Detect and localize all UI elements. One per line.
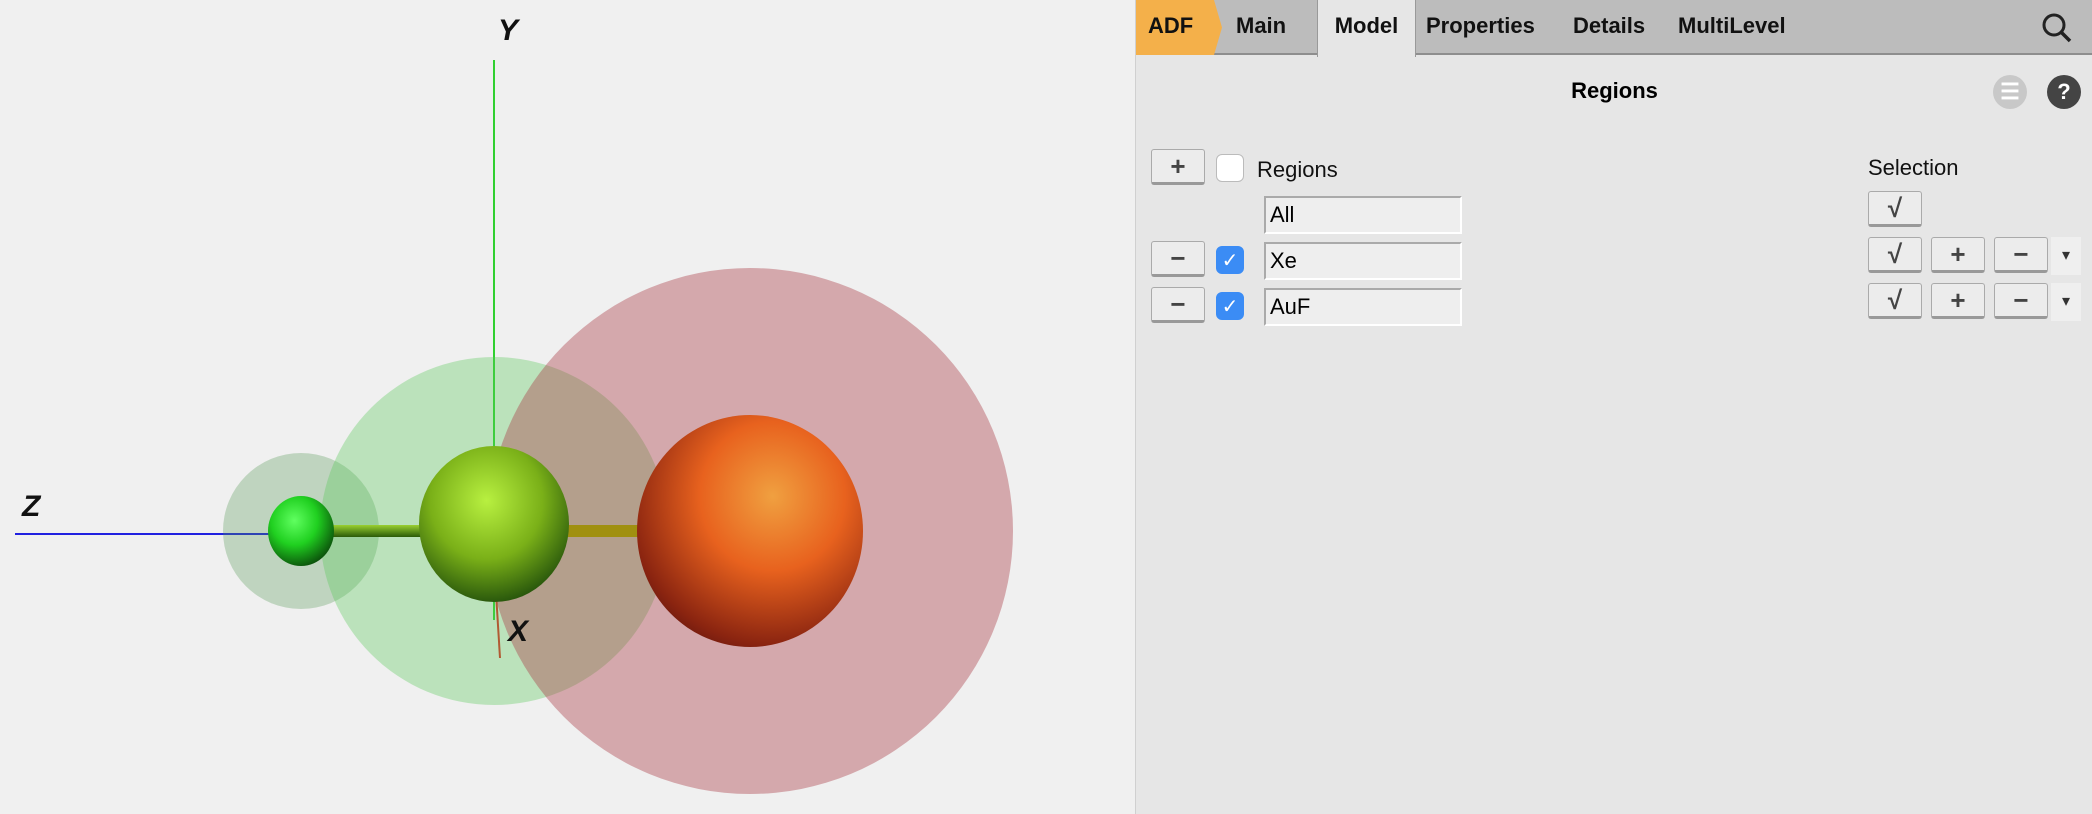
help-icon[interactable]: ? [2047, 75, 2081, 109]
region-name-input-all[interactable]: All [1264, 196, 1462, 234]
remove-from-xe-button[interactable]: − [1994, 237, 2048, 273]
add-to-auf-button[interactable]: + [1931, 283, 1985, 319]
gold-atom [637, 415, 863, 647]
tab-adf[interactable]: ADF [1136, 0, 1222, 55]
properties-panel: ADF Main Model Properties Details MultiL… [1135, 0, 2092, 814]
add-region-button[interactable]: + [1151, 149, 1205, 185]
selection-header: Selection [1868, 155, 1959, 180]
select-auf-button[interactable]: √ [1868, 283, 1922, 319]
select-xe-button[interactable]: √ [1868, 237, 1922, 273]
menu-icon[interactable]: ☰ [1993, 75, 2027, 109]
remove-region-auf-button[interactable]: − [1151, 287, 1205, 323]
molecule-viewer[interactable]: Y Z X [0, 0, 1135, 814]
select-all-button[interactable]: √ [1868, 191, 1922, 227]
region-name-input-auf[interactable]: AuF [1264, 288, 1462, 326]
add-to-xe-button[interactable]: + [1931, 237, 1985, 273]
fluorine-atom [268, 496, 334, 566]
x-axis-label: X [508, 615, 529, 648]
z-axis-label: Z [22, 490, 41, 523]
tab-model[interactable]: Model [1317, 0, 1416, 57]
remove-region-xe-button[interactable]: − [1151, 241, 1205, 277]
select-all-regions-checkbox[interactable] [1216, 154, 1244, 182]
region-xe-checkbox[interactable]: ✓ [1216, 246, 1244, 274]
xe-dropdown-arrow[interactable]: ▾ [2051, 237, 2081, 275]
region-name-input-xe[interactable]: Xe [1264, 242, 1462, 280]
xenon-atom [419, 446, 569, 602]
regions-header: Regions [1257, 157, 1338, 182]
tab-multilevel[interactable]: MultiLevel [1678, 0, 1786, 55]
tab-main[interactable]: Main [1236, 0, 1286, 55]
tab-details[interactable]: Details [1573, 0, 1645, 55]
panel-title: Regions [1571, 78, 1658, 103]
tab-bar: ADF Main Model Properties Details MultiL… [1136, 0, 2092, 57]
search-icon[interactable] [2041, 12, 2073, 44]
y-axis-label: Y [498, 14, 519, 47]
tab-properties[interactable]: Properties [1426, 0, 1535, 55]
remove-from-auf-button[interactable]: − [1994, 283, 2048, 319]
region-auf-checkbox[interactable]: ✓ [1216, 292, 1244, 320]
auf-dropdown-arrow[interactable]: ▾ [2051, 283, 2081, 321]
molecule-canvas[interactable] [0, 0, 1135, 814]
